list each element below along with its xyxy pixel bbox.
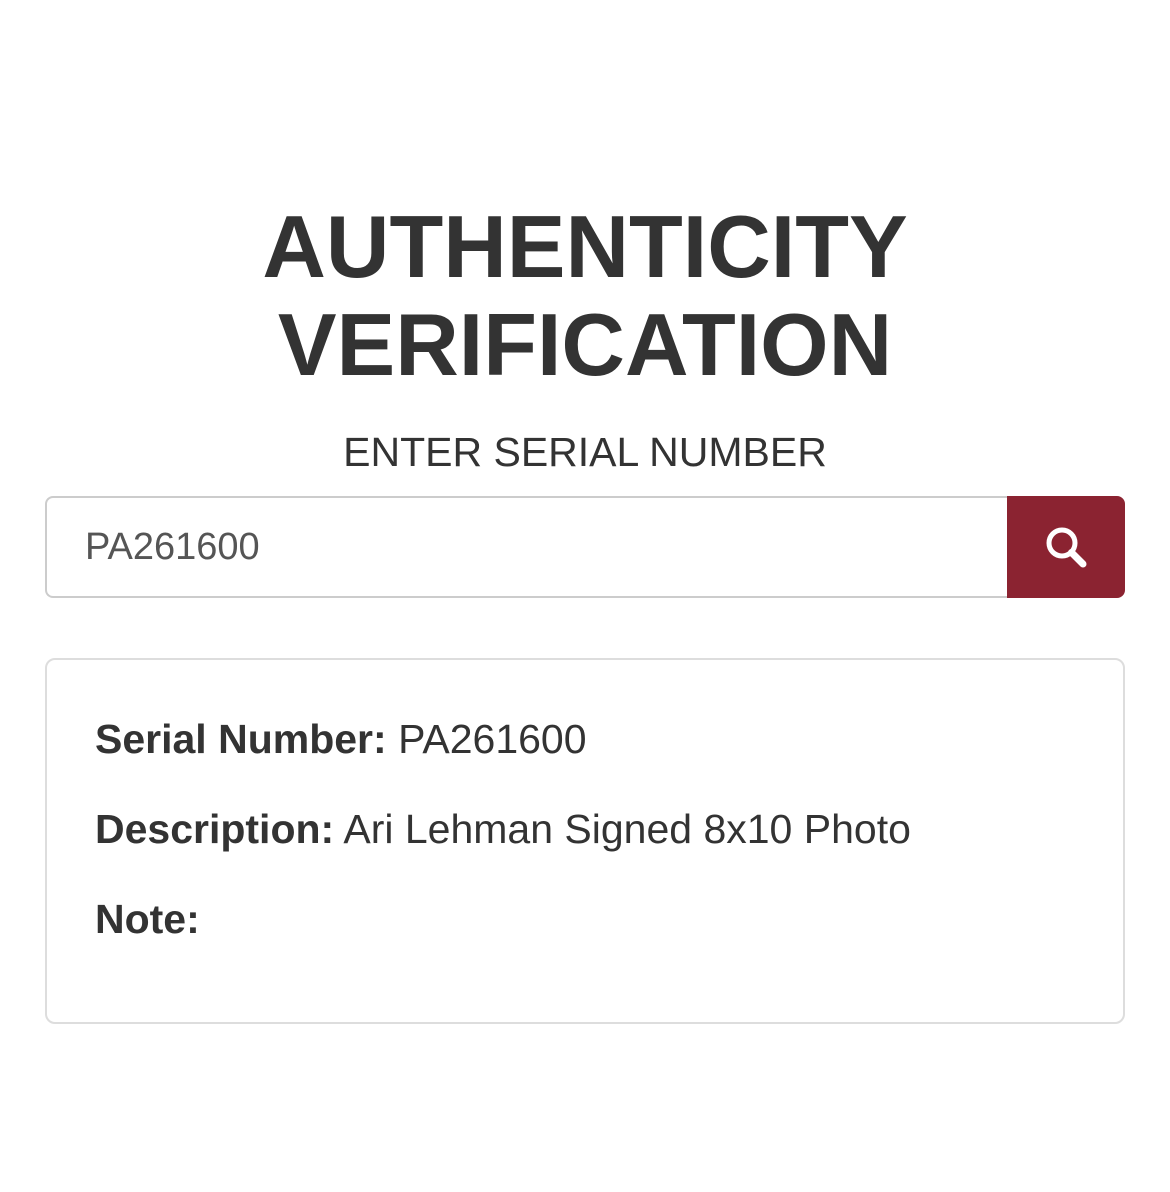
serial-search-bar — [45, 496, 1125, 598]
page-title: AUTHENTICITY VERIFICATION — [0, 198, 1170, 394]
enter-serial-label: ENTER SERIAL NUMBER — [343, 429, 827, 475]
serial-number-value: PA261600 — [398, 716, 587, 762]
serial-number-row: Serial Number: PA261600 — [95, 715, 587, 763]
search-icon — [1043, 524, 1089, 570]
description-label: Description: — [95, 806, 335, 852]
serial-number-input[interactable] — [45, 496, 1007, 598]
verification-page: AUTHENTICITY VERIFICATION ENTER SERIAL N… — [0, 0, 1170, 1192]
verification-result-card: Serial Number: PA261600 Description: Ari… — [45, 658, 1125, 1024]
description-row: Description: Ari Lehman Signed 8x10 Phot… — [95, 805, 911, 853]
note-row: Note: — [95, 895, 200, 943]
description-value: Ari Lehman Signed 8x10 Photo — [343, 806, 911, 852]
note-label: Note: — [95, 896, 200, 942]
page-title-line2: VERIFICATION — [277, 295, 893, 394]
search-button[interactable] — [1007, 496, 1125, 598]
page-title-line1: AUTHENTICITY — [262, 197, 908, 296]
serial-number-label: Serial Number: — [95, 716, 387, 762]
